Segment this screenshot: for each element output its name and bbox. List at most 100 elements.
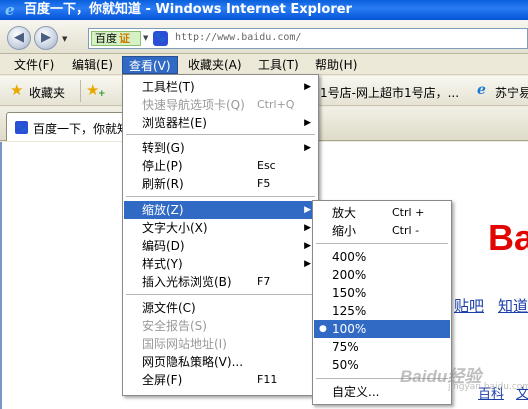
selected-bullet-icon: ● [319, 324, 327, 334]
baidu-jingyan-watermark: Baidu经验 jingyan.baidu.com [378, 358, 528, 398]
zoom-menu-item[interactable]: 150% [314, 284, 450, 302]
menu-item-shortcut: Ctrl+Q [257, 98, 295, 111]
view-menu-dropdown: 工具栏(T) ▶ 快速导航选项卡(Q) Ctrl+Q 浏览器栏(E) ▶ 转到(G) ▶ 停止(… [122, 74, 319, 396]
submenu-arrow-icon: ▶ [304, 259, 311, 269]
menu-item-label: 快速导航选项卡(Q) [142, 98, 245, 112]
menu-item-label: 缩小 [332, 224, 357, 238]
menu-item-label: 刷新(R) [142, 177, 184, 191]
forward-button[interactable]: ▶ [34, 26, 58, 50]
menu-item-label: 源文件(C) [142, 301, 196, 315]
view-menu-item[interactable]: 网页隐私策略(V)... [124, 353, 317, 371]
submenu-arrow-icon: ▶ [304, 82, 311, 92]
menu-item-label: 转到(G) [142, 141, 185, 155]
menu-item-label: 安全报告(S) [142, 319, 207, 333]
tab-label: 百度一下，你就知 [33, 122, 130, 136]
view-menu-item[interactable]: 缩放(Z) ▶ [124, 201, 317, 219]
menu-item-label: 国际网站地址(I) [142, 337, 227, 351]
zoom-menu-item[interactable]: 放大 Ctrl + [314, 204, 450, 222]
menu-item-shortcut: F5 [257, 177, 271, 190]
menu-item-label: 150% [332, 286, 367, 300]
menu-item-label: 网页隐私策略(V)... [142, 355, 244, 369]
view-menu-item[interactable]: 全屏(F) F11 [124, 371, 317, 389]
menu-item-label: 50% [332, 358, 359, 372]
menu-separator [126, 294, 315, 295]
view-menu-item[interactable]: 样式(Y) ▶ [124, 255, 317, 273]
submenu-arrow-icon: ▶ [304, 118, 311, 128]
submenu-arrow-icon: ▶ [304, 143, 311, 153]
menu-view[interactable]: 查看(V) [122, 56, 178, 74]
zoom-menu-item[interactable]: 125% [314, 302, 450, 320]
menu-item-label: 插入光标浏览(B) [142, 275, 232, 289]
menu-favorites[interactable]: 收藏夹(A) [182, 56, 248, 74]
view-menu-item: 安全报告(S) [124, 317, 317, 335]
window-title: 百度一下，你就知道 - Windows Internet Explorer [24, 2, 352, 17]
favorites-star-icon: ★ [10, 81, 24, 99]
back-button[interactable]: ◀ [7, 26, 31, 50]
zoom-menu-item[interactable]: 400% [314, 248, 450, 266]
baidu-favicon-icon: 🐾 [153, 31, 168, 46]
menu-item-label: 工具栏(T) [142, 80, 195, 94]
navigation-bar: ◀ ▶ ▼ 百度证 ▼ 🐾 http://www.baidu.com/ [0, 20, 528, 54]
view-menu-item: 快速导航选项卡(Q) Ctrl+Q [124, 96, 317, 114]
zoom-menu-item[interactable]: ● 100% [314, 320, 450, 338]
view-menu-item[interactable]: 插入光标浏览(B) F7 [124, 273, 317, 291]
fav-link-suning[interactable]: 苏宁易 [495, 84, 528, 101]
watermark-sub: jingyan.baidu.com [448, 382, 528, 392]
ie-page-icon: e [477, 82, 486, 98]
zoom-menu-item[interactable]: 缩小 Ctrl - [314, 222, 450, 240]
view-menu-item[interactable]: 转到(G) ▶ [124, 139, 317, 157]
menu-item-shortcut: Ctrl - [392, 224, 420, 237]
submenu-arrow-icon: ▶ [304, 223, 311, 233]
menu-separator [126, 196, 315, 197]
menu-item-label: 400% [332, 250, 367, 264]
menu-bar: 文件(F) 编辑(E) 查看(V) 收藏夹(A) 工具(T) 帮助(H) [0, 55, 528, 75]
menu-item-label: 文字大小(X) [142, 221, 208, 235]
history-dropdown-icon[interactable]: ▼ [62, 35, 67, 43]
menu-item-label: 缩放(Z) [142, 203, 184, 217]
menu-item-shortcut: Ctrl + [392, 206, 425, 219]
view-menu-item[interactable]: 编码(D) ▶ [124, 237, 317, 255]
view-menu-item[interactable]: 停止(P) Esc [124, 157, 317, 175]
toolbar-divider [80, 80, 81, 102]
menu-help[interactable]: 帮助(H) [309, 56, 363, 74]
menu-item-label: 放大 [332, 206, 357, 220]
menu-separator [316, 243, 448, 244]
window-titlebar[interactable]: e 百度一下，你就知道 - Windows Internet Explorer [0, 0, 528, 20]
link-tieba[interactable]: 贴吧 [454, 295, 484, 316]
submenu-arrow-icon: ▶ [304, 205, 311, 215]
cert-mark: 证 [119, 32, 130, 45]
view-menu-item[interactable]: 源文件(C) [124, 299, 317, 317]
add-favorite-plus-icon: + [98, 89, 106, 99]
zoom-menu-item[interactable]: 200% [314, 266, 450, 284]
menu-item-label: 样式(Y) [142, 257, 183, 271]
menu-tools[interactable]: 工具(T) [252, 56, 305, 74]
menu-item-shortcut: F7 [257, 275, 271, 288]
cert-dropdown-icon[interactable]: ▼ [143, 34, 148, 42]
address-bar[interactable]: 百度证 ▼ 🐾 http://www.baidu.com/ [88, 28, 528, 49]
tab-baidu[interactable]: 🐾 百度一下，你就知 [6, 112, 130, 141]
cert-label: 百度 [95, 32, 117, 45]
submenu-arrow-icon: ▶ [304, 241, 311, 251]
view-menu-item[interactable]: 刷新(R) F5 [124, 175, 317, 193]
menu-file[interactable]: 文件(F) [8, 56, 60, 74]
menu-item-label: 编码(D) [142, 239, 185, 253]
favorites-button[interactable]: 收藏夹 [29, 84, 65, 101]
zoom-menu-item[interactable]: 75% [314, 338, 450, 356]
menu-item-label: 浏览器栏(E) [142, 116, 207, 130]
menu-separator [126, 134, 315, 135]
view-menu-item[interactable]: 浏览器栏(E) ▶ [124, 114, 317, 132]
fav-link-yhd[interactable]: 1号店-网上超市1号店，... [320, 84, 459, 101]
ie-logo-icon: e [5, 1, 15, 19]
url-input[interactable]: http://www.baidu.com/ [175, 32, 301, 43]
view-menu-item[interactable]: 工具栏(T) ▶ [124, 78, 317, 96]
security-cert-badge[interactable]: 百度证 [91, 31, 141, 46]
menu-item-label: 停止(P) [142, 159, 183, 173]
view-menu-item[interactable]: 文字大小(X) ▶ [124, 219, 317, 237]
menu-item-shortcut: F11 [257, 373, 278, 386]
menu-item-label: 自定义... [332, 385, 380, 399]
menu-item-label: 125% [332, 304, 367, 318]
menu-item-label: 75% [332, 340, 359, 354]
menu-item-label: 100% [332, 322, 367, 336]
menu-edit[interactable]: 编辑(E) [66, 56, 119, 74]
link-zhidao[interactable]: 知道 [498, 295, 528, 316]
